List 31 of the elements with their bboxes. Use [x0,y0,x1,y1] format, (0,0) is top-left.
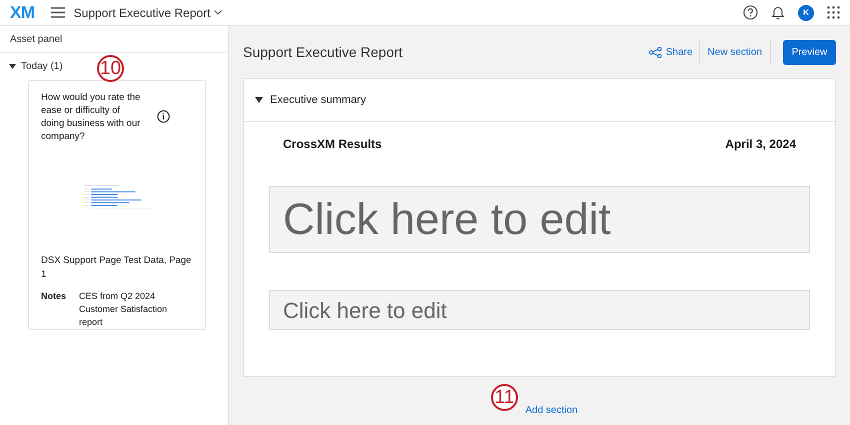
section-header[interactable]: Executive summary [244,79,835,122]
notes-label: Notes [41,290,68,303]
asset-card[interactable]: How would you rate the ease or difficulty of doing business with our company? DSX Support Page Test Data, Page 1 Notes CES from Q2 2024 Customer Satisfaction report [28,80,206,330]
editable-text-block[interactable]: Click here to edit [269,290,810,330]
new-section-button[interactable]: New section [698,39,771,65]
add-section-link[interactable]: Add section [525,403,578,418]
today-group-toggle[interactable]: Today (1) [9,58,63,74]
apps-grid-icon[interactable] [827,6,840,19]
report-title-dropdown[interactable]: Support Executive Report [74,4,222,22]
bell-icon[interactable] [771,5,785,20]
logo[interactable]: XM [10,0,35,26]
share-icon [648,46,662,58]
report-date: April 3, 2024 [725,136,796,153]
callout-marker: 10 [97,55,124,82]
asset-panel-title: Asset panel [10,32,62,46]
info-icon[interactable] [157,110,170,123]
share-button[interactable]: Share [648,39,699,65]
preview-button[interactable]: Preview [783,40,836,64]
callout-marker: 11 [491,384,518,411]
menu-icon[interactable] [50,7,65,18]
source-text: DSX Support Page Test Data, Page 1 [41,254,192,282]
caret-icon [9,64,16,68]
results-heading: CrossXM Results [283,136,382,153]
caret-icon [255,97,263,103]
chevron-down-icon [214,10,222,15]
editable-text-block[interactable]: Click here to edit [269,186,810,253]
notes-text: CES from Q2 2024 Customer Satisfaction report [79,290,168,329]
user-avatar[interactable]: K [798,4,814,20]
report-title: Support Executive Report [243,42,403,62]
help-icon[interactable] [743,5,758,20]
question-text: How would you rate the ease or difficulty of doing business with our company? [41,91,142,143]
